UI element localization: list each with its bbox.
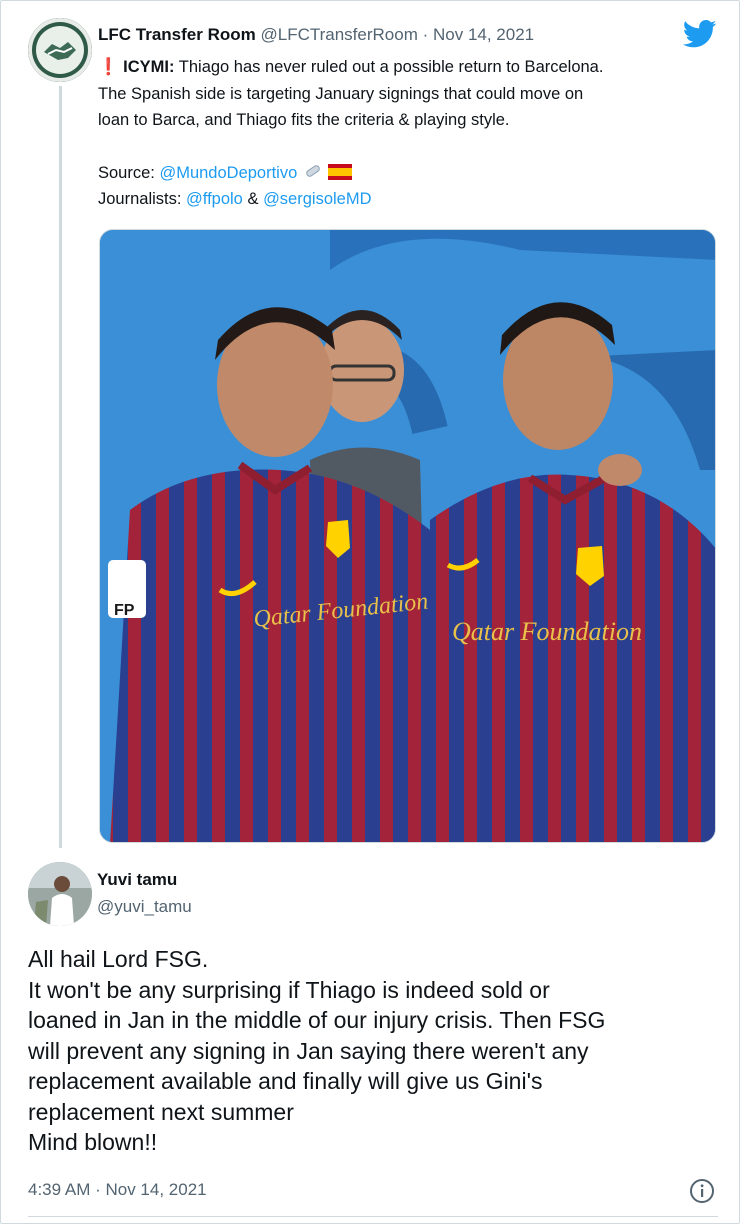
separator: · bbox=[417, 25, 433, 44]
journalists-label: Journalists: bbox=[98, 190, 187, 208]
quoted-tweet[interactable]: LFC Transfer Room @LFCTransferRoom · Nov… bbox=[0, 0, 740, 850]
quoted-tweet-text: ❗ ICYMI: Thiago has never ruled out a po… bbox=[98, 54, 718, 213]
handle[interactable]: @LFCTransferRoom bbox=[260, 25, 417, 44]
and-text: & bbox=[242, 190, 264, 208]
reply-line: Mind blown!! bbox=[28, 1129, 158, 1155]
icymi-label: ICYMI: bbox=[123, 58, 175, 76]
reply-line: All hail Lord FSG. bbox=[28, 946, 209, 972]
reply-line: It won't be any surprising if Thiago is … bbox=[28, 976, 550, 1003]
display-name[interactable]: LFC Transfer Room bbox=[98, 25, 256, 44]
reply-line: replacement available and finally will g… bbox=[28, 1068, 543, 1094]
source-link[interactable]: @MundoDeportivo bbox=[159, 164, 297, 182]
info-icon[interactable] bbox=[689, 1178, 715, 1204]
tweet-date[interactable]: Nov 14, 2021 bbox=[433, 25, 534, 44]
fp-badge-text: FP bbox=[114, 602, 135, 619]
reply-line: will prevent any signing in Jan saying t… bbox=[28, 1037, 589, 1064]
tweet-photo[interactable]: FP Qatar Foundation Qatar Foundation bbox=[99, 229, 716, 843]
reply-display-name[interactable]: Yuvi tamu bbox=[97, 870, 177, 890]
reply-timestamp[interactable]: 4:39 AM · Nov 14, 2021 bbox=[28, 1180, 207, 1200]
quoted-tweet-header: LFC Transfer Room @LFCTransferRoom · Nov… bbox=[98, 24, 534, 46]
source-label: Source: bbox=[98, 163, 160, 182]
yuvi-tamu-avatar[interactable] bbox=[28, 862, 92, 926]
reply-handle[interactable]: @yuvi_tamu bbox=[97, 897, 192, 917]
thread-line bbox=[59, 86, 62, 848]
journalist-link-2[interactable]: @sergisoleMD bbox=[263, 190, 371, 208]
link-icon bbox=[306, 164, 320, 177]
reply-line: replacement next summer bbox=[28, 1098, 294, 1125]
text-line-1: Thiago has never ruled out a possible re… bbox=[174, 58, 604, 76]
twitter-bird-icon[interactable] bbox=[683, 20, 717, 48]
journalist-link-1[interactable]: @ffpolo bbox=[186, 190, 243, 208]
reply-tweet-text: All hail Lord FSG. It won't be any surpr… bbox=[28, 944, 718, 1158]
lfc-transfer-room-avatar[interactable] bbox=[28, 18, 92, 82]
text-line-2: The Spanish side is targeting January si… bbox=[98, 84, 584, 103]
bottom-divider bbox=[28, 1216, 718, 1217]
reply-line: loaned in Jan in the middle of our injur… bbox=[28, 1007, 606, 1033]
exclamation-icon: ❗ bbox=[98, 58, 119, 76]
text-line-3: loan to Barca, and Thiago fits the crite… bbox=[98, 111, 510, 129]
spain-flag-icon bbox=[328, 163, 353, 180]
shirt-sponsor-right: Qatar Foundation bbox=[452, 617, 642, 646]
